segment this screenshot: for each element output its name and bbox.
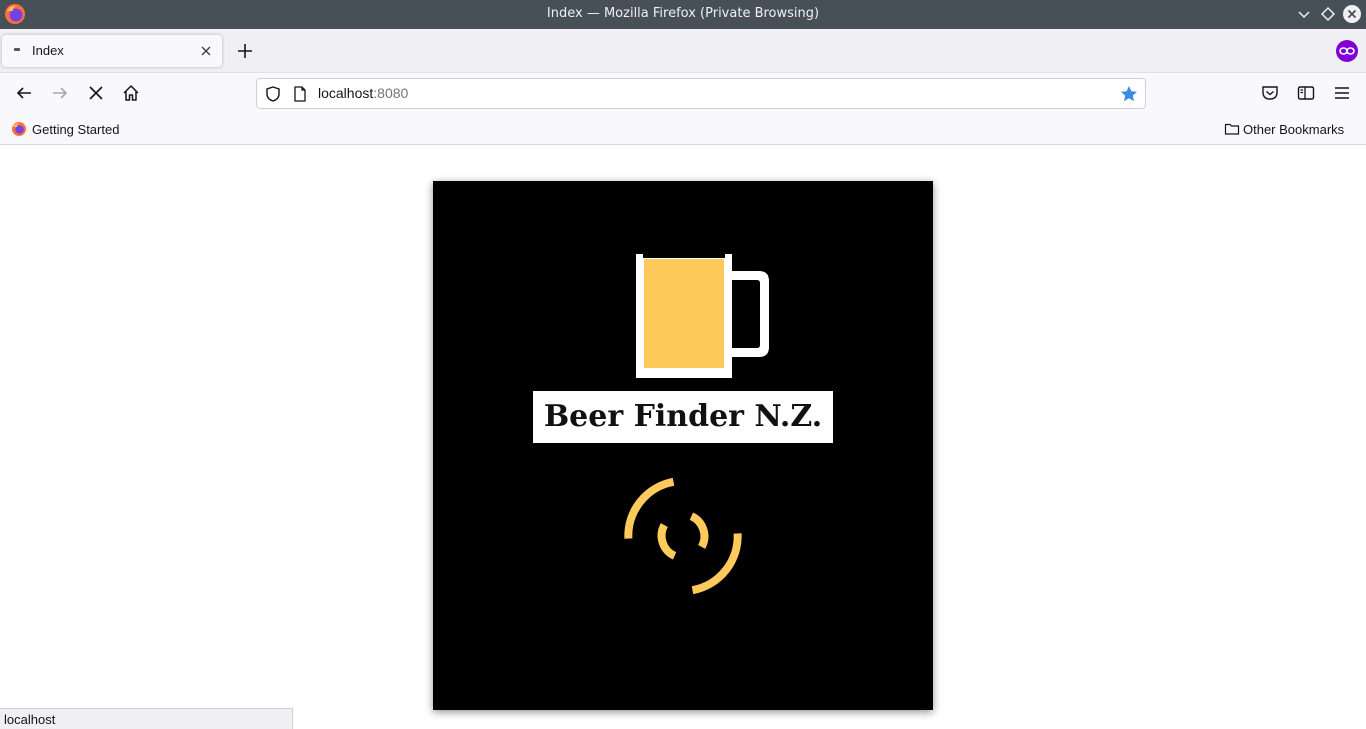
firefox-icon bbox=[12, 122, 26, 136]
bookmark-getting-started[interactable]: Getting Started bbox=[11, 121, 119, 137]
tab-strip: Index bbox=[0, 29, 1366, 73]
window-titlebar: Index — Mozilla Firefox (Private Browsin… bbox=[0, 0, 1366, 29]
web-content: Beer Finder N.Z. bbox=[0, 145, 1366, 729]
folder-icon bbox=[1224, 123, 1240, 135]
url-host: localhost bbox=[318, 85, 374, 101]
tracking-protection-shield-icon[interactable] bbox=[264, 85, 282, 103]
beer-mug-icon bbox=[636, 254, 769, 378]
url-port: :8080 bbox=[373, 85, 409, 101]
close-tab-icon[interactable] bbox=[198, 43, 214, 59]
bookmark-star-icon[interactable] bbox=[1119, 84, 1139, 104]
brand-title: Beer Finder N.Z. bbox=[543, 399, 823, 434]
pocket-icon[interactable] bbox=[1260, 83, 1280, 103]
tab-label: Index bbox=[32, 43, 64, 58]
bookmarks-toolbar: Getting Started Other Bookmarks bbox=[0, 114, 1366, 145]
home-icon[interactable] bbox=[121, 83, 141, 103]
page-info-icon[interactable] bbox=[292, 85, 308, 103]
loading-spinner-icon bbox=[624, 477, 742, 595]
minimize-icon[interactable] bbox=[1295, 5, 1313, 23]
sidebar-icon[interactable] bbox=[1296, 83, 1316, 103]
tab-index[interactable]: Index bbox=[2, 35, 222, 67]
maximize-icon[interactable] bbox=[1319, 5, 1337, 23]
bookmark-other-bookmarks[interactable]: Other Bookmarks bbox=[1224, 121, 1344, 137]
address-bar[interactable]: localhost:8080 bbox=[256, 78, 1146, 109]
navigation-toolbar: localhost:8080 bbox=[0, 73, 1366, 114]
new-tab-icon[interactable] bbox=[235, 41, 255, 61]
status-bar: localhost bbox=[0, 708, 293, 729]
close-window-icon[interactable] bbox=[1342, 4, 1362, 24]
private-browsing-icon bbox=[1336, 40, 1358, 62]
bookmark-label: Other Bookmarks bbox=[1243, 121, 1345, 137]
bookmark-label: Getting Started bbox=[32, 121, 120, 137]
app-menu-icon[interactable] bbox=[1332, 83, 1352, 103]
url-text: localhost:8080 bbox=[318, 85, 408, 101]
stop-loading-icon[interactable] bbox=[86, 83, 106, 103]
forward-icon[interactable] bbox=[50, 83, 70, 103]
brand-box: Beer Finder N.Z. bbox=[533, 391, 833, 443]
back-icon[interactable] bbox=[14, 83, 34, 103]
window-title: Index — Mozilla Firefox (Private Browsin… bbox=[546, 6, 820, 21]
splash-card: Beer Finder N.Z. bbox=[433, 181, 933, 710]
tab-favicon-icon bbox=[14, 48, 20, 51]
